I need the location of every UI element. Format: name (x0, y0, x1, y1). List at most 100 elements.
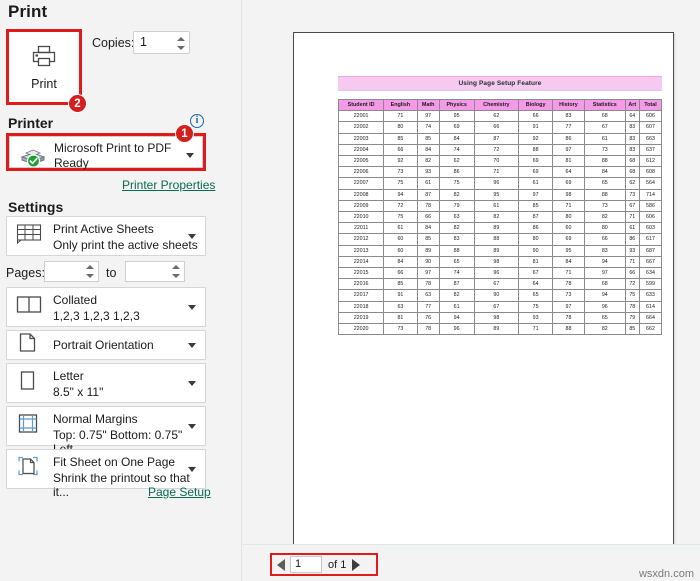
table-cell: 95 (473, 188, 520, 201)
page-count-label: of 1 (328, 558, 347, 571)
setting-print-range-title: Print Active Sheets (53, 222, 154, 236)
pages-from-input[interactable] (44, 261, 99, 282)
table-cell: 667 (638, 255, 663, 269)
table-cell: 662 (638, 323, 663, 336)
table-cell: 93 (416, 166, 440, 179)
table-row: 22020 73 78 96 89 71 88 82 85 662 (337, 323, 663, 336)
table-cell: 78 (624, 300, 640, 313)
table-cell: 64 (518, 278, 554, 291)
triangle-right-icon[interactable] (352, 558, 361, 571)
setting-margins[interactable]: Normal Margins Top: 0.75" Bottom: 0.75" … (6, 406, 206, 456)
table-cell: 65 (583, 177, 626, 190)
table-cell: 94 (583, 289, 626, 302)
column-header: English (383, 98, 418, 112)
table-cell: 78 (416, 278, 440, 291)
info-icon[interactable]: i (190, 114, 204, 128)
chevron-down-icon[interactable] (188, 381, 196, 386)
copies-spin-arrows[interactable] (176, 34, 185, 53)
table-cell: 94 (583, 255, 626, 269)
spin-down-icon[interactable] (171, 273, 180, 278)
table-cell: 22001 (337, 110, 385, 123)
table-cell: 87 (416, 188, 440, 201)
table-cell: 84 (416, 143, 440, 157)
table-cell: 94 (383, 188, 418, 201)
setting-paper-size[interactable]: Letter 8.5" x 11" (6, 363, 206, 403)
setting-print-range[interactable]: Print Active Sheets Only print the activ… (6, 216, 206, 256)
table-cell: 96 (438, 323, 475, 336)
spin-up-icon[interactable] (171, 265, 180, 270)
table-cell: 76 (416, 311, 440, 325)
table-cell: 81 (383, 311, 418, 325)
copies-label: Copies: (92, 36, 135, 50)
table-cell: 22018 (337, 300, 385, 313)
worksheet-table: Student ID English Math Physics Chemistry Bio… (337, 98, 663, 336)
table-cell: 87 (473, 132, 520, 145)
chevron-down-icon[interactable] (188, 424, 196, 429)
table-cell: 586 (638, 199, 663, 213)
table-cell: 82 (583, 211, 626, 224)
chevron-down-icon[interactable] (188, 343, 196, 348)
table-cell: 71 (624, 211, 640, 224)
table-row: 22001 71 97 95 62 66 83 68 64 606 (337, 110, 663, 123)
table-row: 22005 92 82 62 70 69 81 88 68 612 (337, 155, 663, 168)
column-header: Physics (438, 98, 475, 112)
table-cell: 89 (473, 244, 520, 257)
table-cell: 22002 (337, 121, 385, 134)
table-cell: 97 (518, 188, 554, 201)
table-cell: 68 (624, 166, 640, 179)
chevron-down-icon[interactable] (188, 234, 196, 239)
triangle-left-icon[interactable] (277, 558, 285, 571)
table-cell: 66 (473, 121, 520, 134)
spin-down-icon[interactable] (176, 46, 185, 51)
spin-up-icon[interactable] (176, 36, 185, 41)
table-cell: 71 (518, 323, 554, 336)
table-cell: 86 (518, 222, 554, 235)
spin-up-icon[interactable] (85, 265, 94, 270)
table-cell: 68 (583, 110, 626, 123)
pages-to-input[interactable] (125, 261, 185, 282)
table-cell: 22019 (337, 311, 385, 325)
setting-paper-size-title: Letter (53, 369, 84, 383)
table-cell: 61 (416, 177, 440, 190)
table-cell: 75 (624, 289, 640, 302)
table-cell: 82 (438, 222, 475, 235)
table-cell: 83 (552, 110, 585, 123)
table-cell: 612 (638, 155, 663, 168)
table-cell: 61 (438, 300, 475, 313)
printer-select[interactable]: Microsoft Print to PDF Ready (9, 136, 203, 170)
paper-size-icon (15, 370, 39, 397)
table-cell: 85 (416, 132, 440, 145)
copies-stepper[interactable]: 1 (133, 31, 190, 54)
chevron-down-icon[interactable] (188, 467, 196, 472)
table-cell: 98 (473, 311, 520, 325)
table-cell: 72 (473, 143, 520, 157)
table-cell: 92 (383, 155, 418, 168)
chevron-down-icon[interactable] (188, 305, 196, 310)
table-cell: 96 (473, 267, 520, 280)
print-button-label: Print (31, 76, 57, 91)
spin-down-icon[interactable] (85, 273, 94, 278)
print-button[interactable]: Print (9, 32, 79, 102)
pages-to-spin-arrows[interactable] (171, 263, 180, 280)
chevron-down-icon[interactable] (186, 153, 194, 158)
page-setup-link[interactable]: Page Setup (148, 485, 211, 499)
pages-from-spin-arrows[interactable] (85, 263, 94, 280)
table-cell: 61 (383, 222, 418, 235)
setting-collation[interactable]: Collated 1,2,3 1,2,3 1,2,3 (6, 287, 206, 327)
setting-scaling[interactable]: Fit Sheet on One Page Shrink the printou… (6, 449, 206, 499)
table-cell: 22016 (337, 278, 385, 291)
table-cell: 88 (583, 155, 626, 168)
table-cell: 65 (518, 289, 554, 302)
table-cell: 94 (438, 311, 475, 325)
table-cell: 22005 (337, 155, 385, 168)
table-cell: 61 (518, 177, 554, 190)
pages-label: Pages: (6, 266, 45, 280)
table-cell: 75 (438, 177, 475, 190)
page-number-input[interactable]: 1 (290, 556, 322, 573)
table-cell: 607 (638, 121, 663, 134)
printer-properties-link[interactable]: Printer Properties (122, 178, 215, 192)
table-cell: 60 (552, 222, 585, 235)
table-cell: 69 (518, 155, 554, 168)
table-cell: 62 (473, 110, 520, 123)
setting-orientation[interactable]: Portrait Orientation (6, 330, 206, 360)
